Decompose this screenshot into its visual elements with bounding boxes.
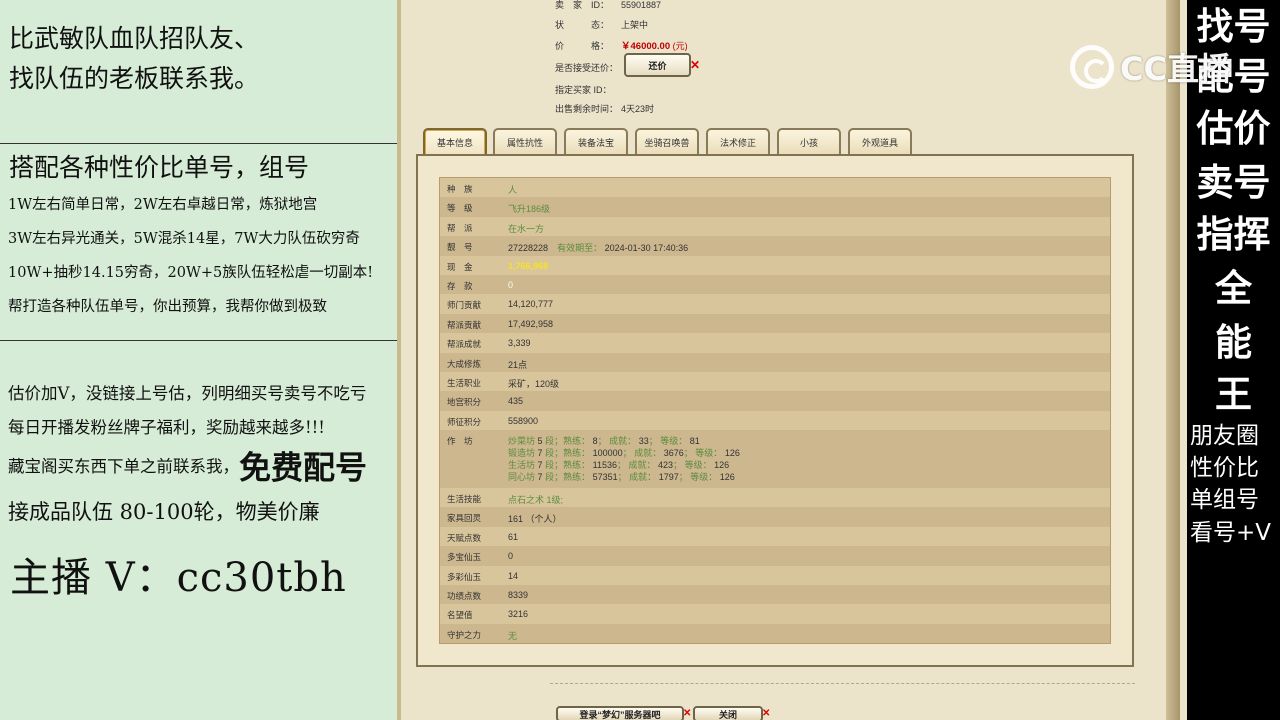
overlay-line: 估价 xyxy=(1196,107,1271,150)
workshop-line: 锻造坊 7 段；熟练： 100000； 成就： 3676； 等级： 126 xyxy=(508,448,740,459)
cc-live-watermark: CC直播 xyxy=(1070,42,1231,92)
bargain-label: 是否接受还价： xyxy=(555,63,619,73)
promo-line-3: 10W+抽秒14.15穷奇，20W+5族队伍轻松虐一切副本! xyxy=(8,265,374,281)
promo-headline-2: 找队伍的老板联系我。 xyxy=(9,64,260,93)
remaining-row: 出售剩余时间： 4天23时 xyxy=(555,102,654,115)
table-row: 帮派成就 3,339 xyxy=(440,333,1110,353)
table-row: 生活技能 点石之术 1级; xyxy=(440,488,1110,508)
bargain-button[interactable]: 还价 xyxy=(624,53,691,77)
table-row: 多宝仙玉 0 xyxy=(440,546,1110,566)
table-row: 师征积分 558900 xyxy=(440,410,1110,431)
overlay-line: 王 xyxy=(1215,373,1252,416)
workshop-line: 炒菜坊 5 段；熟练： 8； 成就： 33； 等级： 81 xyxy=(508,436,700,447)
seller-id-row: 卖 家 ID： 55901887 xyxy=(555,0,661,11)
promo-line-1: 1W左右简单日常，2W左右卓越日常，炼狱地宫 xyxy=(8,197,318,213)
overlay-small-line: 单组号 xyxy=(1190,487,1259,513)
price-row: 价 格： ￥46000.00 (元) xyxy=(555,38,688,52)
tab-appearance[interactable]: 外观道具 xyxy=(848,128,912,155)
table-row: 名望值 3216 xyxy=(440,604,1110,624)
tab-mounts-pets[interactable]: 坐骑召唤兽 xyxy=(635,128,699,155)
table-row: 帮派贡献 17,492,958 xyxy=(440,313,1110,334)
anchor-contact: 主播 V：cc30tbh xyxy=(10,554,347,601)
workshop-line: 同心坊 7 段；熟练： 57351； 成就： 1797； 等级： 126 xyxy=(508,472,735,483)
price-value: ￥46000.00 xyxy=(621,41,671,52)
promo-line-7: 藏宝阁买东西下单之前联系我，免费配号 xyxy=(0,445,397,490)
price-label: 价 格： xyxy=(555,41,610,51)
table-row: 天赋点数 61 xyxy=(440,526,1110,547)
table-row: 现 金 1,766,968 xyxy=(440,255,1110,275)
seller-id-label: 卖 家 ID： xyxy=(555,0,610,10)
buyer-row: 指定买家 ID： xyxy=(555,83,621,96)
status-value: 上架中 xyxy=(621,20,649,30)
overlay-line: 指挥 xyxy=(1196,213,1271,256)
promo-line-7-text: 藏宝阁买东西下单之前联系我， xyxy=(8,457,239,476)
table-row: 师门贡献 14,120,777 xyxy=(440,294,1110,314)
remaining-value: 4天23时 xyxy=(621,104,655,114)
info-table: 种 族人 等 级飞升186级 帮 派在水一方 靓 号 27228228 有效期至：… xyxy=(439,177,1111,645)
buyer-label: 指定买家 ID： xyxy=(555,85,612,95)
table-row: 种 族人 xyxy=(440,178,1110,198)
watermark-text: CC直播 xyxy=(1120,50,1231,88)
table-row: 多彩仙玉 14 xyxy=(440,565,1110,586)
status-row: 状 态： 上架中 xyxy=(555,18,648,31)
table-row: 存 款0 xyxy=(440,274,1110,295)
bargain-row: 是否接受还价： xyxy=(555,61,621,74)
close-icon[interactable]: ✕ xyxy=(683,708,691,719)
overlay-small-line: 性价比 xyxy=(1190,455,1259,481)
overlay-line: 全 xyxy=(1215,267,1252,310)
tab-child[interactable]: 小孩 xyxy=(777,128,841,155)
table-row: 等 级飞升186级 xyxy=(440,197,1110,217)
login-server-button[interactable]: 登录“梦幻”服务器吧 xyxy=(556,706,684,720)
price-unit: (元) xyxy=(672,41,688,51)
tab-attributes[interactable]: 属性抗性 xyxy=(493,128,557,155)
workshop-line: 生活坊 7 段；熟练： 11536； 成就： 423； 等级： 126 xyxy=(508,460,730,471)
table-row: 帮 派在水一方 xyxy=(440,216,1110,237)
table-row: 家具回灵 161 （个人） xyxy=(440,507,1110,527)
tab-equipment[interactable]: 装备法宝 xyxy=(564,128,628,155)
free-match-text: 免费配号 xyxy=(239,448,368,487)
promo-line-6: 每日开播发粉丝牌子福利，奖励越来越多!!! xyxy=(8,418,325,437)
special-number-expiry: 2024-01-30 17:40:36 xyxy=(604,243,689,254)
overlay-panel: 找号 配号 估价 卖号 指挥 全 能 王 朋友圈 性价比 单组号 看号+V xyxy=(1187,0,1280,720)
cc-logo-icon xyxy=(1070,45,1114,89)
divider xyxy=(550,683,1135,684)
remaining-label: 出售剩余时间： xyxy=(555,104,619,114)
tab-basic-info[interactable]: 基本信息 xyxy=(423,128,487,155)
status-label: 状 态： xyxy=(555,20,610,30)
promo-line-2: 3W左右异光通关，5W混杀14星，7W大力队伍砍穷奇 xyxy=(8,231,360,247)
seller-id-value: 55901887 xyxy=(621,0,662,10)
promo-section-title: 搭配各种性价比单号，组号 xyxy=(9,153,310,182)
promo-line-5: 估价加V，没链接上号估，列明细买号卖号不吃亏 xyxy=(8,384,367,403)
promo-line-4: 帮打造各种队伍单号，你出预算，我帮你做到极致 xyxy=(8,299,327,315)
promo-line-8: 接成品队伍 80-100轮，物美价廉 xyxy=(8,499,320,524)
overlay-small-line: 看号+V xyxy=(1190,520,1272,546)
promo-headline-1: 比武敏队血队招队友、 xyxy=(9,24,260,53)
close-button[interactable]: 关闭 xyxy=(693,706,763,720)
table-row: 生活职业 采矿，120级 xyxy=(440,371,1110,392)
overlay-line: 能 xyxy=(1215,321,1252,364)
special-number: 27228228 xyxy=(508,243,549,254)
scrollbar[interactable] xyxy=(1166,0,1180,720)
table-row: 地宫积分 435 xyxy=(440,391,1110,411)
table-row: 守护之力无 xyxy=(440,623,1110,644)
table-row: 功绩点数 8339 xyxy=(440,585,1110,605)
table-row: 大成修炼 21点 xyxy=(440,352,1110,372)
table-row: 靓 号 27228228 有效期至： 2024-01-30 17:40:36 xyxy=(440,236,1110,256)
close-icon[interactable]: ✕ xyxy=(762,708,770,719)
close-icon[interactable]: ✕ xyxy=(690,58,700,72)
table-row-workshop: 作 坊 炒菜坊 5 段；熟练： 8； 成就： 33； 等级： 81 锻造坊 7 … xyxy=(440,430,1110,489)
overlay-small-line: 朋友圈 xyxy=(1190,423,1259,449)
divider xyxy=(0,143,397,144)
promo-panel: 比武敏队血队招队友、 找队伍的老板联系我。 搭配各种性价比单号，组号 1W左右简… xyxy=(0,0,397,720)
tab-spell-correction[interactable]: 法术修正 xyxy=(706,128,770,155)
overlay-line: 卖号 xyxy=(1196,161,1271,204)
cash-value: 1,766,968 xyxy=(508,260,549,271)
